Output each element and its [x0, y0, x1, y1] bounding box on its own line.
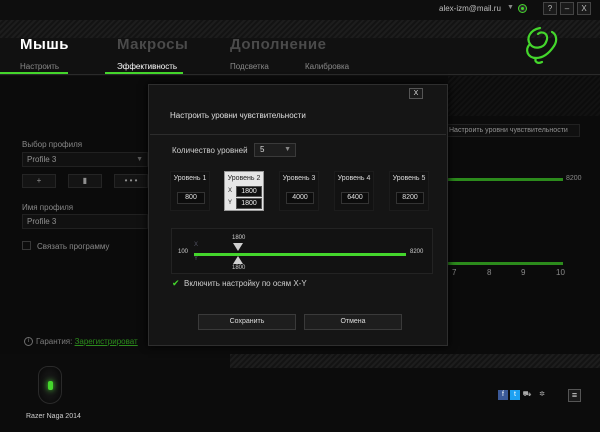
level-3-card[interactable]: Уровень 3 4000 — [279, 171, 319, 211]
level-title: Уровень 5 — [392, 175, 426, 182]
title-bar: alex-izm@mail.ru ▼ ? – X — [0, 0, 600, 20]
level-1-card[interactable]: Уровень 1 800 — [170, 171, 210, 211]
chevron-down-icon: ▼ — [284, 146, 291, 153]
subtab-underline-left — [0, 72, 68, 74]
slider-y-value: 1800 — [232, 265, 246, 271]
menu-icon[interactable]: ≡ — [568, 389, 581, 402]
slider-y-label: Y — [194, 256, 199, 262]
help-button[interactable]: ? — [543, 2, 557, 15]
xy-setting-label: Включить настройку по осям X-Y — [184, 279, 307, 288]
minimize-button[interactable]: – — [560, 2, 574, 15]
dialog-divider — [150, 134, 446, 135]
level-5-value[interactable]: 8200 — [396, 192, 424, 204]
subtab-calibration[interactable]: Калибровка — [305, 62, 349, 71]
check-icon[interactable]: ✔ — [172, 278, 180, 289]
razer-logo-icon — [526, 26, 558, 64]
slider-min-label: 100 — [178, 249, 189, 255]
chevron-down-icon[interactable]: ▼ — [507, 4, 514, 11]
level-5-card[interactable]: Уровень 5 8200 — [389, 171, 429, 211]
online-status-icon — [518, 4, 527, 13]
slider-x-value: 1800 — [232, 235, 246, 241]
levels-count-value: 5 — [260, 145, 265, 154]
sensitivity-slider-panel — [171, 228, 433, 274]
subtab-lighting[interactable]: Подсветка — [230, 62, 269, 71]
level-2-x-value[interactable]: 1800 — [236, 186, 262, 197]
level-title: Уровень 1 — [173, 175, 207, 182]
levels-count-label: Количество уровней — [172, 146, 248, 155]
tab-addons[interactable]: Дополнение — [230, 36, 326, 53]
level-title: Уровень 2 — [227, 175, 261, 182]
footer-hatch — [230, 354, 600, 368]
dialog-close-button[interactable]: X — [409, 88, 423, 99]
tab-macros[interactable]: Макросы — [117, 36, 188, 53]
slider-x-label: X — [194, 242, 199, 248]
store-cart-icon[interactable]: ⛟ — [522, 390, 532, 400]
header-divider — [0, 74, 600, 75]
account-email[interactable]: alex-izm@mail.ru — [439, 4, 501, 13]
x-axis-label: X — [228, 188, 233, 194]
tab-mouse[interactable]: Мышь — [20, 36, 69, 53]
subtab-customize[interactable]: Настроить — [20, 62, 59, 71]
level-title: Уровень 4 — [337, 175, 371, 182]
level-4-card[interactable]: Уровень 4 6400 — [334, 171, 374, 211]
close-button[interactable]: X — [577, 2, 591, 15]
sensitivity-slider-track[interactable] — [194, 253, 406, 256]
levels-count-select[interactable]: 5 ▼ — [254, 143, 296, 157]
slider-y-thumb[interactable] — [233, 256, 243, 264]
level-4-value[interactable]: 6400 — [341, 192, 369, 204]
device-name: Razer Naga 2014 — [26, 413, 81, 420]
razer-snake-icon[interactable]: ✲ — [537, 390, 547, 400]
app-window: alex-izm@mail.ru ▼ ? – X Мышь Макросы До… — [0, 0, 600, 432]
level-title: Уровень 3 — [282, 175, 316, 182]
subtab-performance[interactable]: Эффективность — [117, 62, 177, 71]
level-2-card[interactable]: Уровень 2 X 1800 Y 1800 — [224, 171, 264, 211]
subtab-underline-active — [105, 72, 183, 74]
twitter-icon[interactable]: t — [510, 390, 520, 400]
level-1-value[interactable]: 800 — [177, 192, 205, 204]
level-3-value[interactable]: 4000 — [286, 192, 314, 204]
save-button[interactable]: Сохранить — [198, 314, 296, 330]
slider-x-thumb[interactable] — [233, 243, 243, 251]
mouse-device-icon[interactable] — [38, 366, 62, 404]
level-2-y-value[interactable]: 1800 — [236, 198, 262, 209]
sensitivity-dialog — [148, 84, 448, 346]
cancel-button[interactable]: Отмена — [304, 314, 402, 330]
dialog-title: Настроить уровни чувствительности — [170, 111, 306, 120]
slider-max-label: 8200 — [410, 249, 424, 255]
facebook-icon[interactable]: f — [498, 390, 508, 400]
y-axis-label: Y — [228, 200, 233, 206]
